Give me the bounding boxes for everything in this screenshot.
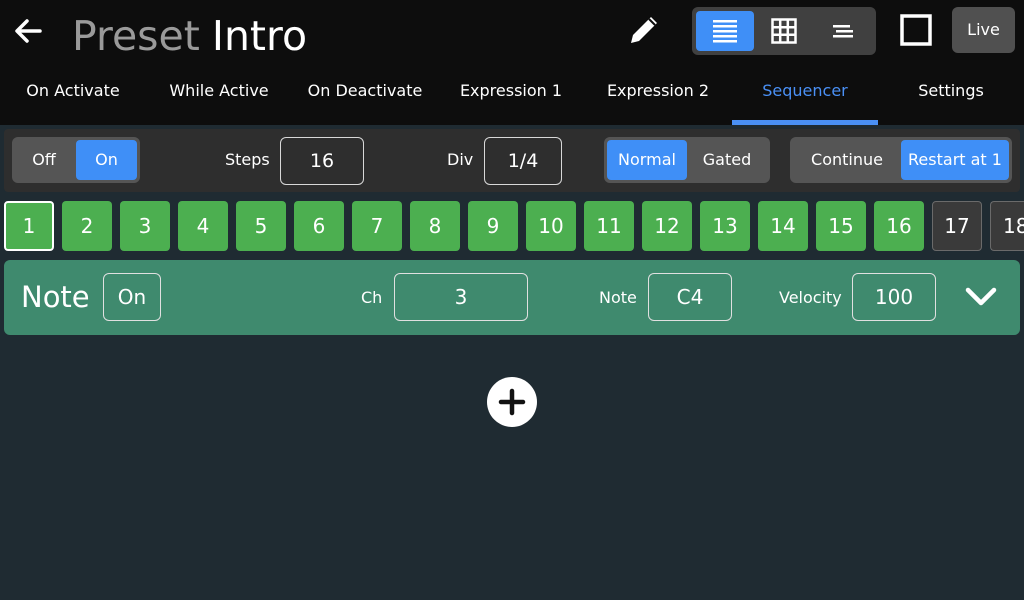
- list-view-icon: [713, 20, 737, 43]
- power-off-option[interactable]: Off: [15, 140, 73, 180]
- step-button[interactable]: 1: [4, 201, 54, 251]
- step-button[interactable]: 16: [874, 201, 924, 251]
- step-button[interactable]: 5: [236, 201, 286, 251]
- steps-label: Steps: [225, 150, 270, 169]
- tab-settings[interactable]: Settings: [878, 68, 1024, 125]
- tab-on-deactivate[interactable]: On Deactivate: [292, 68, 438, 125]
- steps-field[interactable]: 16: [280, 137, 364, 185]
- tab-while-active[interactable]: While Active: [146, 68, 292, 125]
- power-toggle: Off On: [12, 137, 140, 183]
- list-view-button[interactable]: [696, 11, 754, 51]
- velocity-label: Velocity: [779, 288, 842, 307]
- step-button[interactable]: 2: [62, 201, 112, 251]
- step-button[interactable]: 18: [990, 201, 1024, 251]
- tab-expression-2[interactable]: Expression 2: [584, 68, 732, 125]
- note-action-panel: Note On Ch 3 Note C4 Velocity 100: [4, 260, 1020, 335]
- grid-view-button[interactable]: [755, 11, 813, 51]
- back-arrow-icon: [15, 19, 42, 43]
- mode-gated-option[interactable]: Gated: [687, 140, 767, 180]
- compact-view-button[interactable]: [814, 11, 872, 51]
- view-mode-switch: [692, 7, 876, 55]
- compact-list-icon: [833, 25, 853, 38]
- plus-icon: [498, 388, 526, 416]
- step-button[interactable]: 9: [468, 201, 518, 251]
- restart-mode-toggle: Continue Restart at 1: [790, 137, 1012, 183]
- tab-sequencer[interactable]: Sequencer: [732, 68, 878, 125]
- action-type-title: Note: [21, 280, 90, 314]
- step-button[interactable]: 15: [816, 201, 866, 251]
- step-button[interactable]: 3: [120, 201, 170, 251]
- add-action-button[interactable]: [487, 377, 537, 427]
- square-icon: [900, 14, 932, 46]
- step-button[interactable]: 12: [642, 201, 692, 251]
- stop-button[interactable]: [900, 14, 932, 46]
- note-enable-toggle[interactable]: On: [103, 273, 161, 321]
- step-button[interactable]: 8: [410, 201, 460, 251]
- preset-name: Intro: [211, 12, 308, 60]
- grid-view-icon: [771, 18, 797, 44]
- mode-toggle: Normal Gated: [604, 137, 770, 183]
- step-button[interactable]: 17: [932, 201, 982, 251]
- channel-label: Ch: [361, 288, 383, 307]
- note-label: Note: [599, 288, 637, 307]
- step-button[interactable]: 13: [700, 201, 750, 251]
- active-tab-indicator: [732, 120, 878, 125]
- power-on-option[interactable]: On: [76, 140, 137, 180]
- tab-expression-1[interactable]: Expression 1: [438, 68, 584, 125]
- title-prefix: Preset: [72, 12, 200, 60]
- expand-button[interactable]: [964, 282, 998, 312]
- pencil-icon: [631, 17, 657, 43]
- channel-field[interactable]: 3: [394, 273, 528, 321]
- app-header: Preset Intro Live On Activate While Acti…: [0, 0, 1024, 125]
- back-button[interactable]: [12, 14, 44, 48]
- step-button[interactable]: 14: [758, 201, 808, 251]
- div-label: Div: [447, 150, 474, 169]
- div-field[interactable]: 1/4: [484, 137, 562, 185]
- step-button[interactable]: 7: [352, 201, 402, 251]
- chevron-down-icon: [965, 287, 997, 306]
- live-button[interactable]: Live: [952, 7, 1015, 53]
- tab-on-activate[interactable]: On Activate: [0, 68, 146, 125]
- step-button[interactable]: 10: [526, 201, 576, 251]
- step-button[interactable]: 6: [294, 201, 344, 251]
- tab-bar: On Activate While Active On Deactivate E…: [0, 68, 1024, 125]
- sequencer-controls: Off On Steps 16 Div 1/4 Normal Gated Con…: [4, 129, 1020, 192]
- edit-button[interactable]: [624, 10, 664, 50]
- velocity-field[interactable]: 100: [852, 273, 936, 321]
- page-title: Preset Intro: [72, 10, 307, 62]
- step-button[interactable]: 11: [584, 201, 634, 251]
- continue-option[interactable]: Continue: [794, 140, 900, 180]
- restart-at-1-option[interactable]: Restart at 1: [901, 140, 1009, 180]
- mode-normal-option[interactable]: Normal: [607, 140, 687, 180]
- step-button[interactable]: 4: [178, 201, 228, 251]
- note-field[interactable]: C4: [648, 273, 732, 321]
